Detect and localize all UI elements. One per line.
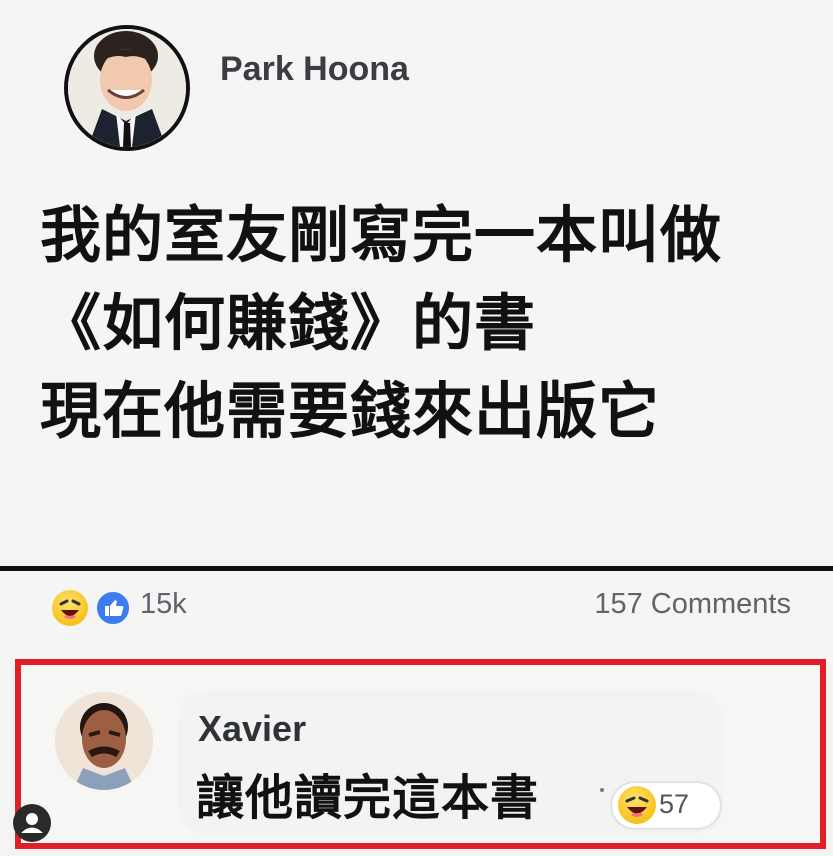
avatar-image	[68, 29, 186, 147]
comment-reaction-count: 57	[659, 789, 690, 819]
post-author-name[interactable]: Park Hoona	[220, 50, 409, 89]
haha-icon[interactable]	[52, 590, 88, 626]
thumbs-up-icon	[105, 600, 124, 616]
post-text: 我的室友剛寫完一本叫做 《如何賺錢》的書 現在他需要錢來出版它	[40, 192, 820, 456]
post-author-avatar[interactable]	[64, 25, 190, 151]
comment-author-avatar[interactable]	[55, 692, 153, 790]
profile-icon[interactable]	[13, 804, 51, 842]
reaction-count[interactable]: 15k	[140, 588, 187, 621]
user-icon	[21, 813, 43, 833]
comment-author-name[interactable]: Xavier	[198, 708, 306, 750]
like-icon[interactable]	[95, 590, 131, 626]
haha-face-icon	[625, 796, 649, 817]
post-text-line-2: 《如何賺錢》的書	[40, 288, 537, 359]
haha-face-icon	[59, 599, 81, 619]
comments-count-link[interactable]: 157 Comments	[594, 588, 791, 621]
separator-dot	[600, 788, 604, 792]
post-text-line-3: 現在他需要錢來出版它	[40, 376, 661, 447]
post-text-line-1: 我的室友剛寫完一本叫做	[40, 200, 723, 271]
haha-icon	[618, 786, 656, 824]
avatar-image	[55, 692, 153, 790]
comment-text: 讓他讀完這本書	[196, 770, 540, 826]
